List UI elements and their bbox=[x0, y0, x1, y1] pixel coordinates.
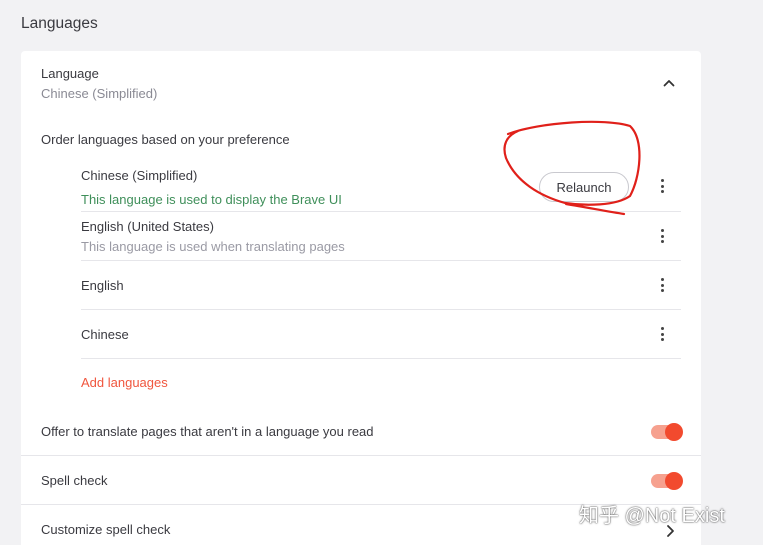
language-title: Language bbox=[41, 66, 99, 81]
customize-spellcheck-label: Customize spell check bbox=[41, 522, 171, 537]
more-vert-icon[interactable] bbox=[655, 176, 669, 196]
more-vert-icon[interactable] bbox=[655, 226, 669, 246]
watermark: 知乎 @Not Exist bbox=[579, 505, 725, 527]
chevron-up-icon[interactable] bbox=[661, 75, 677, 91]
language-name: Chinese (Simplified) bbox=[81, 168, 198, 183]
language-description: This language is used to display the Bra… bbox=[81, 192, 342, 207]
spellcheck-setting-row: Spell check bbox=[21, 455, 701, 504]
order-languages-label: Order languages based on your preference bbox=[41, 132, 290, 147]
translate-toggle[interactable] bbox=[651, 423, 683, 441]
section-title: Languages bbox=[21, 15, 98, 32]
toggle-knob bbox=[665, 472, 683, 490]
translate-setting-label: Offer to translate pages that aren't in … bbox=[41, 424, 374, 439]
relaunch-button[interactable]: Relaunch bbox=[539, 172, 629, 202]
translate-setting-row: Offer to translate pages that aren't in … bbox=[21, 406, 701, 455]
spellcheck-label: Spell check bbox=[41, 473, 108, 488]
list-item-language: English (United States) This language is… bbox=[81, 212, 681, 261]
languages-card: Language Chinese (Simplified) Order lang… bbox=[21, 51, 701, 545]
more-vert-icon[interactable] bbox=[655, 275, 669, 295]
toggle-knob bbox=[665, 423, 683, 441]
language-description: This language is used when translating p… bbox=[81, 239, 345, 254]
language-name: Chinese bbox=[81, 327, 129, 342]
language-order-list: Chinese (Simplified) This language is us… bbox=[81, 159, 681, 359]
list-item-language: Chinese (Simplified) This language is us… bbox=[81, 159, 681, 212]
language-name: English (United States) bbox=[81, 219, 214, 234]
add-languages-link[interactable]: Add languages bbox=[81, 375, 168, 390]
spellcheck-toggle[interactable] bbox=[651, 472, 683, 490]
list-item-language: English bbox=[81, 261, 681, 310]
language-name: English bbox=[81, 278, 124, 293]
list-item-language: Chinese bbox=[81, 310, 681, 359]
language-current-value: Chinese (Simplified) bbox=[41, 86, 158, 101]
more-vert-icon[interactable] bbox=[655, 324, 669, 344]
